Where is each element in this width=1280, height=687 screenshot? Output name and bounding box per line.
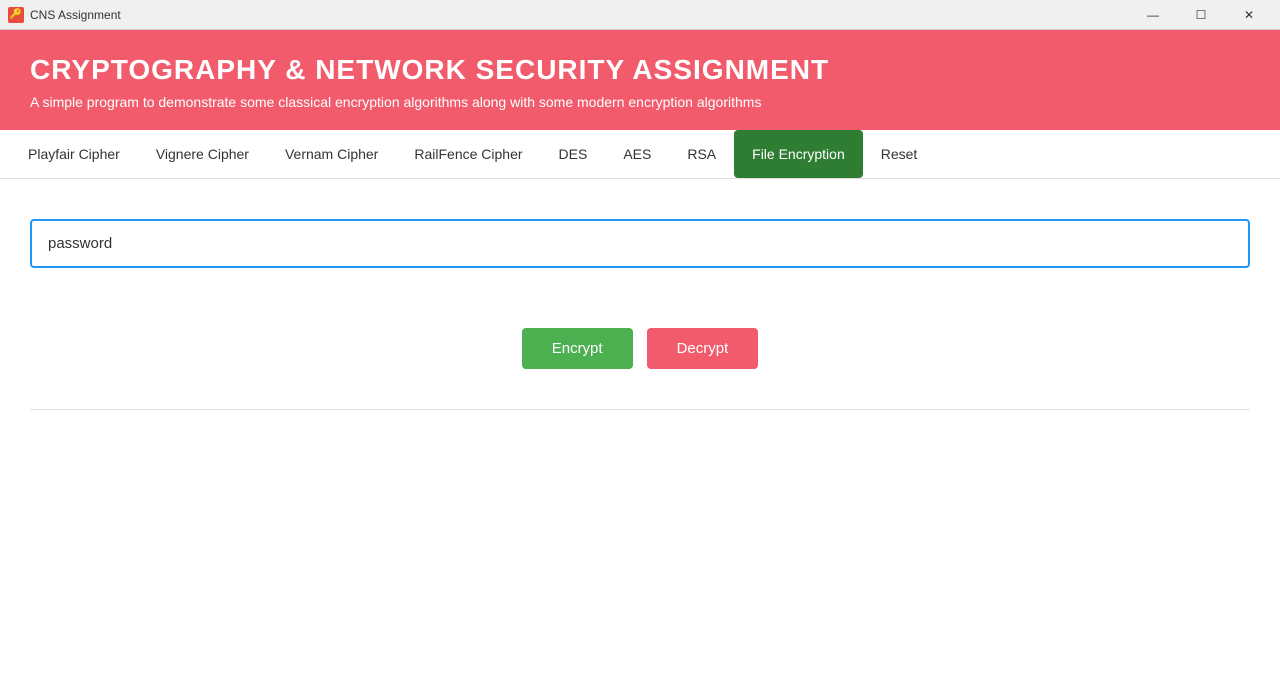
content-area: Encrypt Decrypt (0, 179, 1280, 450)
tab-playfair-cipher[interactable]: Playfair Cipher (10, 130, 138, 178)
tab-aes[interactable]: AES (605, 130, 669, 178)
tab-rsa[interactable]: RSA (669, 130, 734, 178)
tab-railfence-cipher[interactable]: RailFence Cipher (396, 130, 540, 178)
minimize-button[interactable]: — (1130, 0, 1176, 30)
title-bar: 🔑 CNS Assignment — ☐ ✕ (0, 0, 1280, 30)
decrypt-button[interactable]: Decrypt (647, 328, 759, 369)
app-icon: 🔑 (8, 7, 24, 23)
tab-vignere-cipher[interactable]: Vignere Cipher (138, 130, 267, 178)
title-bar-left: 🔑 CNS Assignment (8, 7, 121, 23)
tab-des[interactable]: DES (541, 130, 606, 178)
header-subtitle: A simple program to demonstrate some cla… (30, 94, 1250, 110)
header-title: CRYPTOGRAPHY & NETWORK SECURITY ASSIGNME… (30, 54, 1250, 86)
tab-reset[interactable]: Reset (863, 130, 936, 178)
close-button[interactable]: ✕ (1226, 0, 1272, 30)
title-bar-controls: — ☐ ✕ (1130, 0, 1272, 30)
main-window: CRYPTOGRAPHY & NETWORK SECURITY ASSIGNME… (0, 30, 1280, 687)
tab-file-encryption[interactable]: File Encryption (734, 130, 863, 178)
button-row: Encrypt Decrypt (30, 328, 1250, 369)
tab-vernam-cipher[interactable]: Vernam Cipher (267, 130, 396, 178)
password-input[interactable] (30, 219, 1250, 268)
maximize-button[interactable]: ☐ (1178, 0, 1224, 30)
app-title: CNS Assignment (30, 8, 121, 22)
content-divider (30, 409, 1250, 410)
header-banner: CRYPTOGRAPHY & NETWORK SECURITY ASSIGNME… (0, 30, 1280, 130)
nav-bar: Playfair Cipher Vignere Cipher Vernam Ci… (0, 130, 1280, 179)
encrypt-button[interactable]: Encrypt (522, 328, 633, 369)
